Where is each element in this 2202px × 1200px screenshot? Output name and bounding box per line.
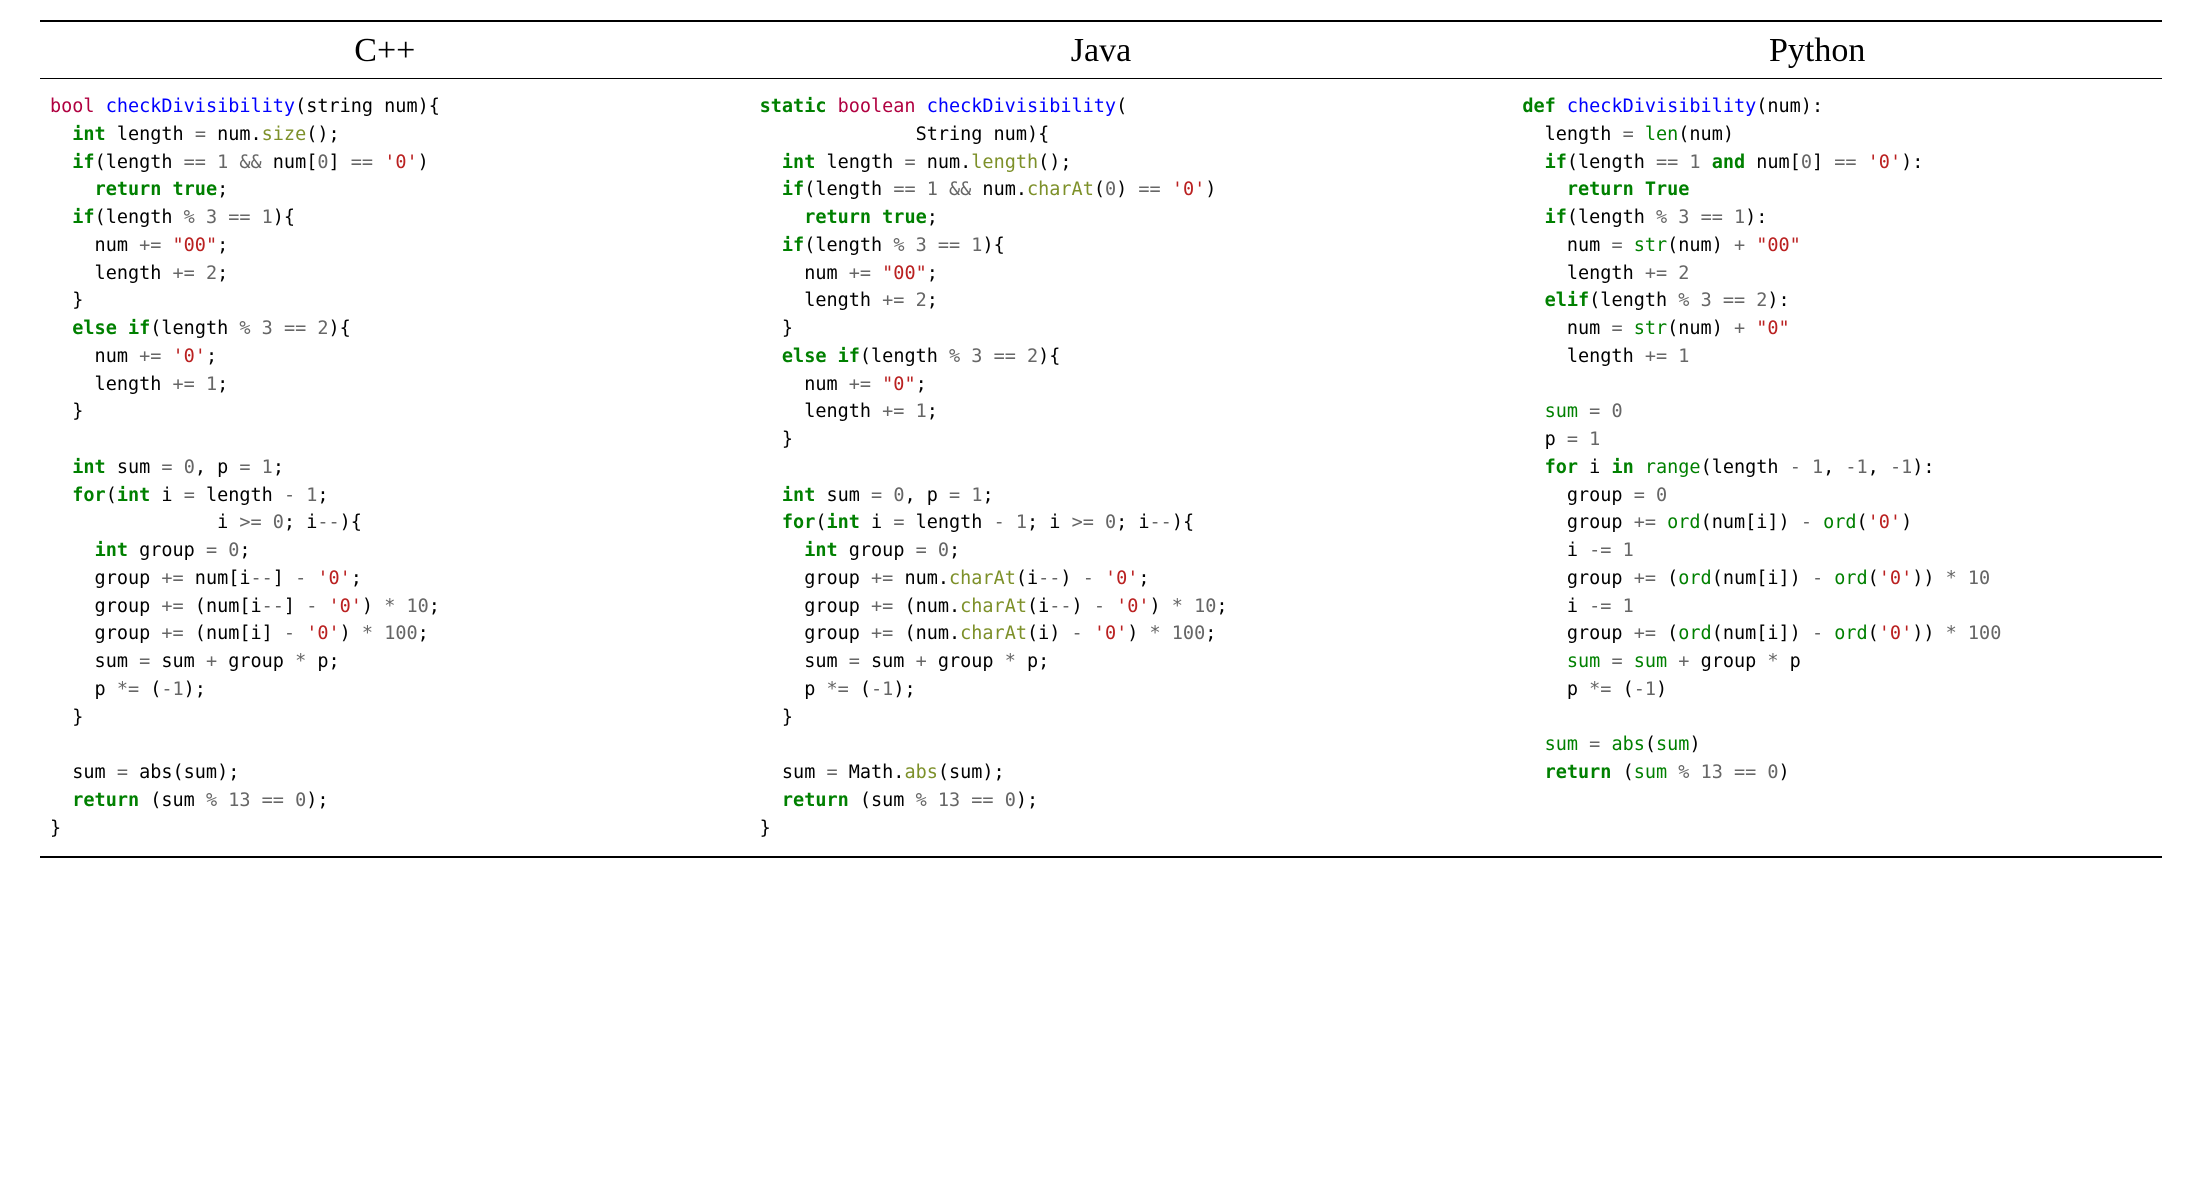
code-cell-cpp: bool checkDivisibility(string num){ int … [40, 93, 750, 842]
header-python: Python [1472, 32, 2162, 70]
header-cpp: C++ [40, 32, 730, 70]
code-java: static boolean checkDivisibility( String… [760, 93, 1503, 842]
code-row: bool checkDivisibility(string num){ int … [40, 79, 2162, 856]
code-cell-java: static boolean checkDivisibility( String… [750, 93, 1513, 842]
code-cpp: bool checkDivisibility(string num){ int … [50, 93, 740, 842]
code-comparison-table: C++ Java Python bool checkDivisibility(s… [40, 20, 2162, 858]
code-cell-python: def checkDivisibility(num): length = len… [1512, 93, 2202, 842]
rule-bottom [40, 856, 2162, 858]
header-java: Java [730, 32, 1473, 70]
code-python: def checkDivisibility(num): length = len… [1522, 93, 2202, 787]
header-row: C++ Java Python [40, 22, 2162, 78]
